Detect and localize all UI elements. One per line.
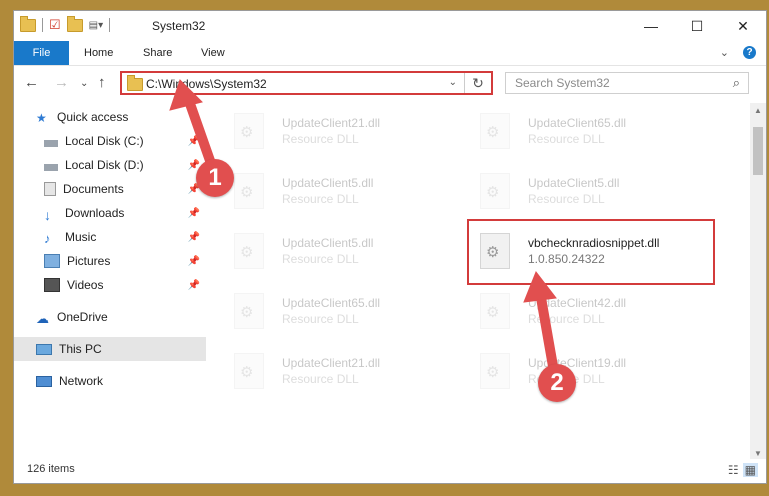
dll-file-icon — [234, 173, 264, 209]
dll-file-icon — [480, 353, 510, 389]
nav-quick-access[interactable]: ★ Quick access — [14, 105, 206, 129]
status-bar: 126 items ☷ ▦ — [14, 459, 766, 483]
step-2-badge: 2 — [538, 364, 576, 402]
file-item[interactable]: UpdateClient42.dll Resource DLL — [456, 289, 676, 331]
ribbon: File Home Share View ⌄ ? — [14, 41, 766, 66]
customize-toolbar-icon[interactable]: ▤▾ — [89, 20, 103, 31]
nav-onedrive[interactable]: ☁ OneDrive — [14, 305, 206, 329]
nav-local-disk-d[interactable]: Local Disk (D:) 📌 — [14, 153, 206, 177]
cloud-icon: ☁ — [36, 311, 49, 326]
pin-icon[interactable]: 📌 — [188, 232, 200, 243]
up-arrow-icon[interactable]: ↑ — [98, 74, 106, 91]
nav-downloads[interactable]: ↓ Downloads 📌 — [14, 201, 206, 225]
videos-icon — [44, 278, 60, 292]
navigation-pane: ★ Quick access Local Disk (C:) 📌 Local D… — [14, 103, 206, 461]
search-box[interactable]: Search System32 ⌕ — [505, 72, 749, 94]
dll-file-icon — [234, 293, 264, 329]
computer-icon — [36, 343, 52, 355]
file-item[interactable]: UpdateClient21.dll Resource DLL — [210, 349, 430, 391]
help-icon[interactable]: ? — [743, 46, 756, 59]
pin-icon[interactable]: 📌 — [188, 136, 200, 147]
recent-locations-chevron-icon[interactable]: ⌄ — [80, 78, 88, 89]
pin-icon[interactable]: 📌 — [188, 280, 200, 291]
drive-icon — [44, 163, 58, 171]
folder-icon — [127, 75, 143, 91]
item-count: 126 items — [27, 463, 75, 475]
dll-file-icon — [234, 113, 264, 149]
dll-file-icon — [480, 293, 510, 329]
file-item[interactable]: UpdateClient65.dll Resource DLL — [210, 289, 430, 331]
file-item[interactable]: UpdateClient5.dll Resource DLL — [210, 229, 430, 271]
address-bar[interactable]: C:\Windows\System32 ⌄ ↻ — [120, 71, 493, 95]
nav-local-disk-c[interactable]: Local Disk (C:) 📌 — [14, 129, 206, 153]
search-input[interactable]: Search System32 — [515, 76, 610, 90]
star-icon: ★ — [36, 111, 47, 125]
dll-file-icon — [234, 233, 264, 269]
step-1-badge: 1 — [196, 159, 234, 197]
scroll-down-icon[interactable]: ▼ — [750, 449, 766, 458]
dll-file-icon — [480, 113, 510, 149]
address-path[interactable]: C:\Windows\System32 — [146, 77, 267, 91]
minimize-button[interactable]: — — [628, 11, 674, 41]
tab-view[interactable]: View — [201, 47, 225, 59]
nav-music[interactable]: ♪ Music 📌 — [14, 225, 206, 249]
dll-file-icon — [234, 353, 264, 389]
nav-this-pc[interactable]: This PC — [14, 337, 206, 361]
maximize-button[interactable]: ☐ — [674, 11, 720, 41]
window-title: System32 — [152, 19, 206, 33]
title-bar: ☑ ▤▾ System32 — ☐ ✕ — [14, 11, 766, 41]
details-view-icon[interactable]: ☷ — [728, 463, 739, 477]
documents-icon — [44, 182, 56, 196]
vertical-scrollbar[interactable]: ▲ ▼ — [750, 103, 766, 461]
download-icon: ↓ — [44, 207, 51, 223]
chevron-down-icon[interactable]: ⌄ — [720, 46, 729, 59]
close-button[interactable]: ✕ — [720, 11, 766, 41]
pin-icon[interactable]: 📌 — [188, 208, 200, 219]
quick-access-toolbar: ☑ ▤▾ — [20, 15, 111, 33]
nav-videos[interactable]: Videos 📌 — [14, 273, 206, 297]
back-arrow-icon[interactable]: ← — [24, 74, 39, 91]
nav-pictures[interactable]: Pictures 📌 — [14, 249, 206, 273]
file-item[interactable]: UpdateClient5.dll Resource DLL — [456, 169, 676, 211]
pin-icon[interactable]: 📌 — [188, 256, 200, 267]
nav-documents[interactable]: Documents 📌 — [14, 177, 206, 201]
properties-icon[interactable]: ☑ — [49, 17, 61, 33]
music-icon: ♪ — [44, 231, 51, 246]
scroll-thumb[interactable] — [753, 127, 763, 175]
highlight-box-file — [467, 219, 715, 285]
refresh-icon[interactable]: ↻ — [464, 73, 491, 93]
dll-file-icon — [480, 173, 510, 209]
scroll-up-icon[interactable]: ▲ — [750, 106, 766, 115]
forward-arrow-icon[interactable]: → — [54, 74, 69, 91]
file-item[interactable]: UpdateClient5.dll Resource DLL — [210, 169, 430, 211]
tab-share[interactable]: Share — [143, 47, 172, 59]
tab-home[interactable]: Home — [84, 47, 113, 59]
address-dropdown-icon[interactable]: ⌄ — [449, 77, 457, 88]
file-item[interactable]: UpdateClient65.dll Resource DLL — [456, 109, 676, 151]
address-row: ← → ⌄ ↑ C:\Windows\System32 ⌄ ↻ Search S… — [14, 67, 766, 99]
drive-icon — [44, 139, 58, 147]
new-folder-icon[interactable] — [66, 15, 83, 32]
nav-network[interactable]: Network — [14, 369, 206, 393]
search-icon[interactable]: ⌕ — [733, 75, 740, 91]
tiles-view-icon[interactable]: ▦ — [742, 463, 758, 477]
pictures-icon — [44, 254, 60, 268]
network-icon — [36, 375, 52, 387]
tab-file[interactable]: File — [14, 41, 69, 65]
folder-icon — [20, 15, 36, 32]
file-item[interactable]: UpdateClient21.dll Resource DLL — [210, 109, 430, 151]
